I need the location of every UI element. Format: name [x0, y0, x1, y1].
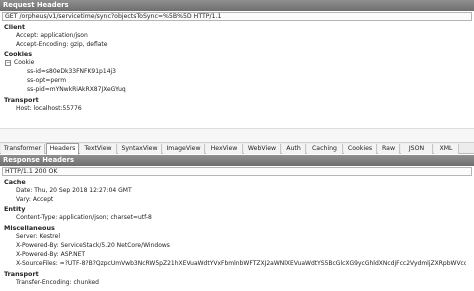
tab-xml[interactable]: XML	[434, 144, 459, 154]
misc-section-title: Miscellaneous	[4, 224, 55, 232]
cache-date: Date: Thu, 20 Sep 2018 12:27:04 GMT	[16, 187, 132, 194]
request-transport-title: Transport	[4, 96, 39, 104]
response-transfer-encoding: Transfer-Encoding: chunked	[16, 279, 99, 286]
cookie-ss-id: ss-id=s80eDk33FNFK91p14j3	[27, 68, 116, 75]
tab-raw[interactable]: Raw	[378, 144, 400, 154]
cookie-ss-pid: ss-pid=mYNwkRiAkRX87JXeGYuq	[27, 86, 126, 93]
misc-x-powered-by-servicestack: X-Powered-By: ServiceStack/5.20 NetCore/…	[16, 242, 170, 249]
tab-cookies[interactable]: Cookies	[344, 144, 377, 154]
tab-auth[interactable]: Auth	[282, 144, 306, 154]
entity-section-title: Entity	[4, 205, 26, 213]
misc-x-sourcefiles: X-SourceFiles: =?UTF-8?B?QzpcUmVwb3NcRW5…	[16, 260, 466, 267]
request-line[interactable]: GET /orpheus/v1/servicetime/sync?objects…	[2, 12, 472, 21]
cookie-label: Cookie	[14, 59, 35, 66]
response-headers-title: Response Headers	[0, 155, 474, 166]
tab-json[interactable]: JSON	[401, 144, 433, 154]
client-accept-encoding: Accept-Encoding: gzip, deflate	[16, 41, 108, 48]
inspector-tabs: Transformer Headers TextView SyntaxView …	[0, 142, 474, 155]
request-transport-host: Host: localhost:55776	[16, 105, 82, 112]
cookies-section-title: Cookies	[4, 50, 33, 58]
client-accept: Accept: application/json	[16, 32, 88, 39]
tab-imageview[interactable]: ImageView	[163, 144, 205, 154]
misc-x-powered-by-aspnet: X-Powered-By: ASP.NET	[16, 251, 86, 258]
tab-webview[interactable]: WebView	[244, 144, 281, 154]
tab-transformer[interactable]: Transformer	[1, 144, 45, 154]
tab-headers[interactable]: Headers	[46, 143, 79, 155]
tab-caching[interactable]: Caching	[307, 144, 343, 154]
cookie-collapse-icon[interactable]: −	[5, 60, 11, 66]
tab-hexview[interactable]: HexView	[206, 144, 243, 154]
tab-textview[interactable]: TextView	[80, 144, 117, 154]
request-headers-title: Request Headers	[0, 0, 474, 11]
cache-vary: Vary: Accept	[16, 196, 54, 203]
cache-section-title: Cache	[4, 178, 26, 186]
cookie-ss-opt: ss-opt=perm	[27, 77, 67, 84]
tab-syntaxview[interactable]: SyntaxView	[118, 144, 162, 154]
misc-server: Server: Kestrel	[16, 233, 60, 240]
response-transport-title: Transport	[4, 270, 39, 278]
panel-splitter[interactable]	[0, 128, 474, 142]
entity-content-type: Content-Type: application/json; charset=…	[16, 214, 152, 221]
status-line[interactable]: HTTP/1.1 200 OK	[2, 167, 472, 176]
client-section-title: Client	[4, 23, 26, 31]
